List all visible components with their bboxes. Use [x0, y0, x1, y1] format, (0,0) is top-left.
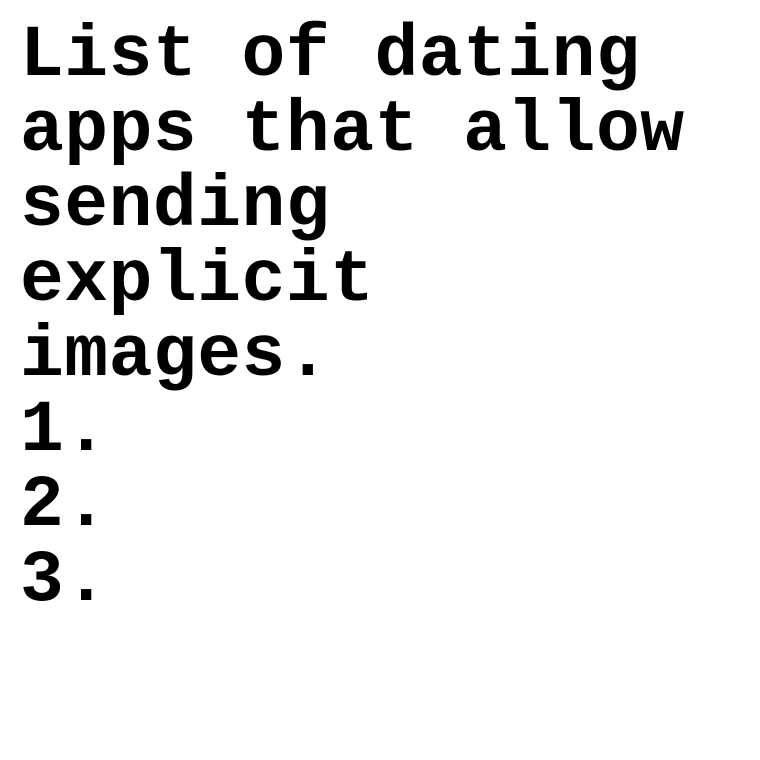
title-line-2: apps that allow [20, 89, 685, 172]
title-line-4: explicit [20, 239, 375, 322]
title-line-5: images. [20, 314, 331, 397]
title-line-3: sending [20, 164, 331, 247]
numbered-list: 1. 2. 3. [20, 393, 760, 618]
title-line-1: List of dating [20, 14, 641, 97]
document-page: List of dating apps that allow sending e… [0, 0, 760, 760]
list-item-1: 1. [20, 389, 109, 472]
list-item-2: 2. [20, 464, 109, 547]
list-item-3: 3. [20, 539, 109, 622]
title: List of dating apps that allow sending e… [20, 18, 760, 393]
